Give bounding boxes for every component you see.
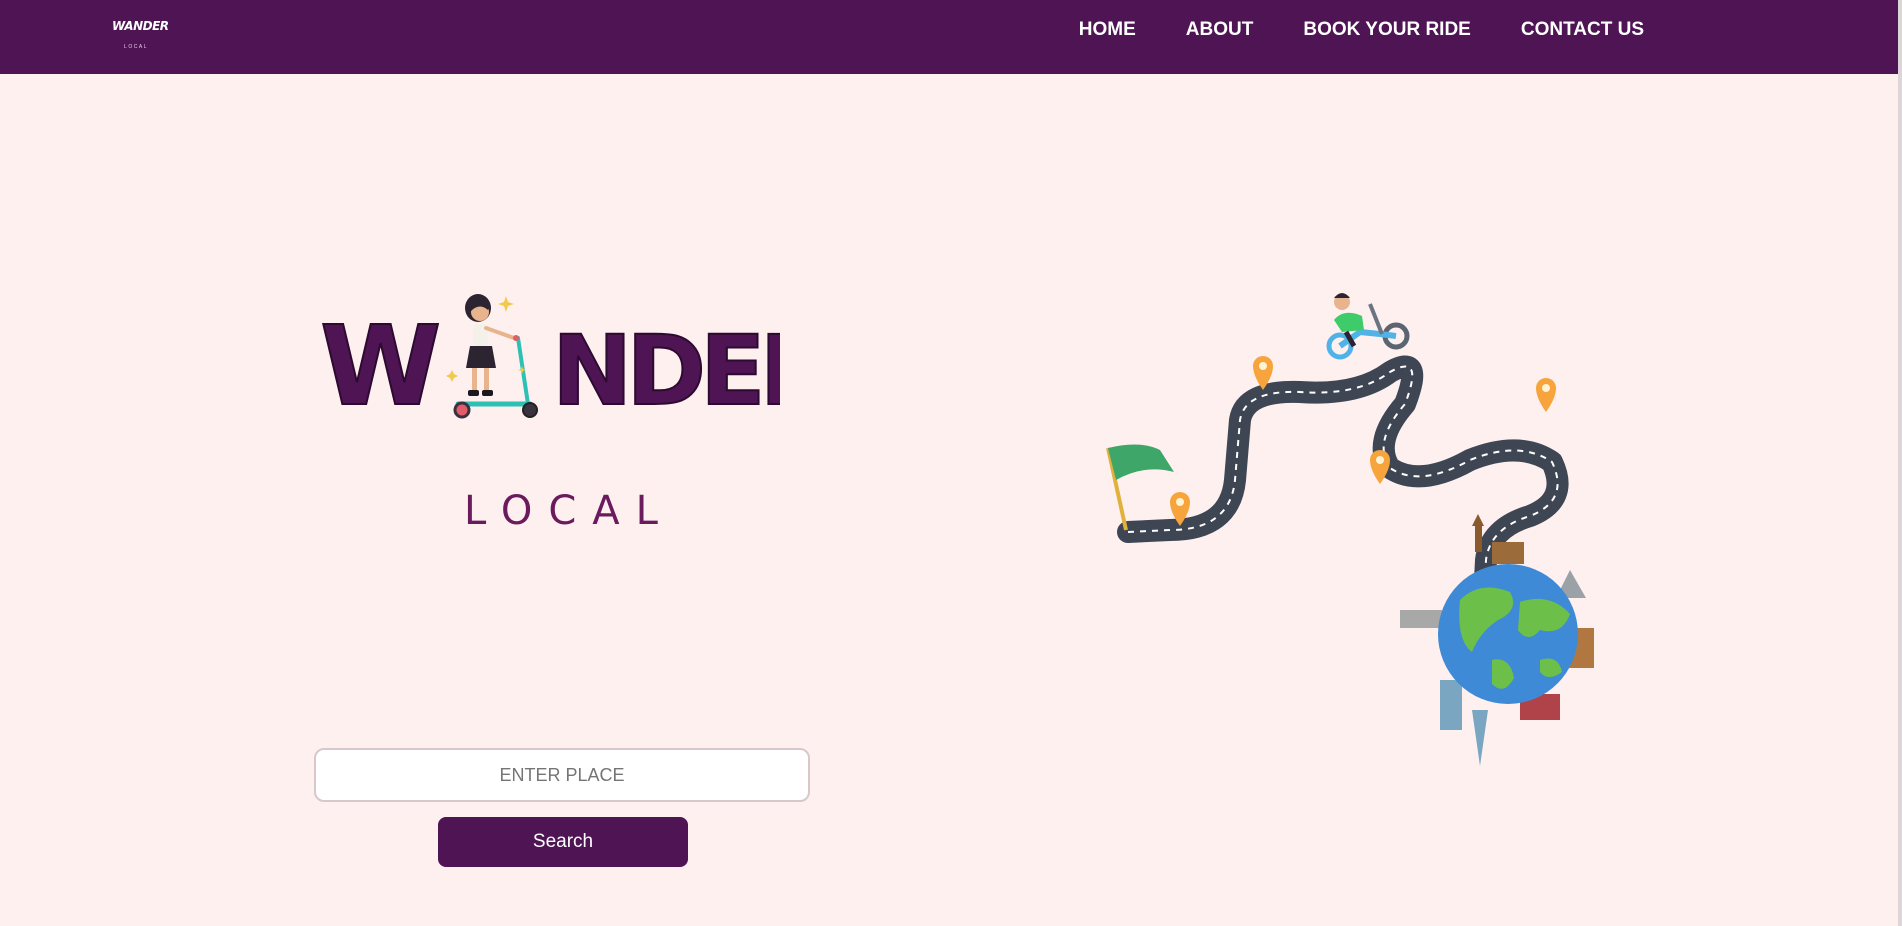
- nav-link-about[interactable]: ABOUT: [1186, 19, 1254, 41]
- navbar: WANDER LOCAL HOME ABOUT BOOK YOUR RIDE C…: [0, 0, 1902, 74]
- brand-subtitle: LOCAL: [464, 488, 674, 534]
- scooter-girl-icon: [446, 294, 538, 419]
- brand-letters-nder: NDER: [552, 315, 780, 427]
- flag-icon: [1106, 444, 1174, 531]
- travel-illustration: [1106, 293, 1594, 766]
- nav-logo-title: WANDER: [112, 19, 169, 33]
- search-button[interactable]: Search: [438, 817, 688, 867]
- enter-place-input[interactable]: [314, 748, 810, 802]
- brand-letter-w: W: [320, 302, 439, 430]
- scooter-rider-icon: [1326, 293, 1410, 360]
- nav-link-book-your-ride[interactable]: BOOK YOUR RIDE: [1303, 19, 1471, 41]
- page-scrollbar[interactable]: [1898, 0, 1902, 926]
- globe-icon: [1400, 514, 1594, 766]
- nav-link-contact-us[interactable]: CONTACT US: [1521, 19, 1644, 41]
- nav-logo-subtitle: LOCAL: [124, 44, 148, 50]
- nav-links: HOME ABOUT BOOK YOUR RIDE CONTACT US: [1079, 0, 1644, 60]
- nav-logo[interactable]: WANDER LOCAL: [112, 16, 169, 54]
- hero-brand-logo: W NDER: [320, 294, 780, 430]
- nav-link-home[interactable]: HOME: [1079, 19, 1136, 41]
